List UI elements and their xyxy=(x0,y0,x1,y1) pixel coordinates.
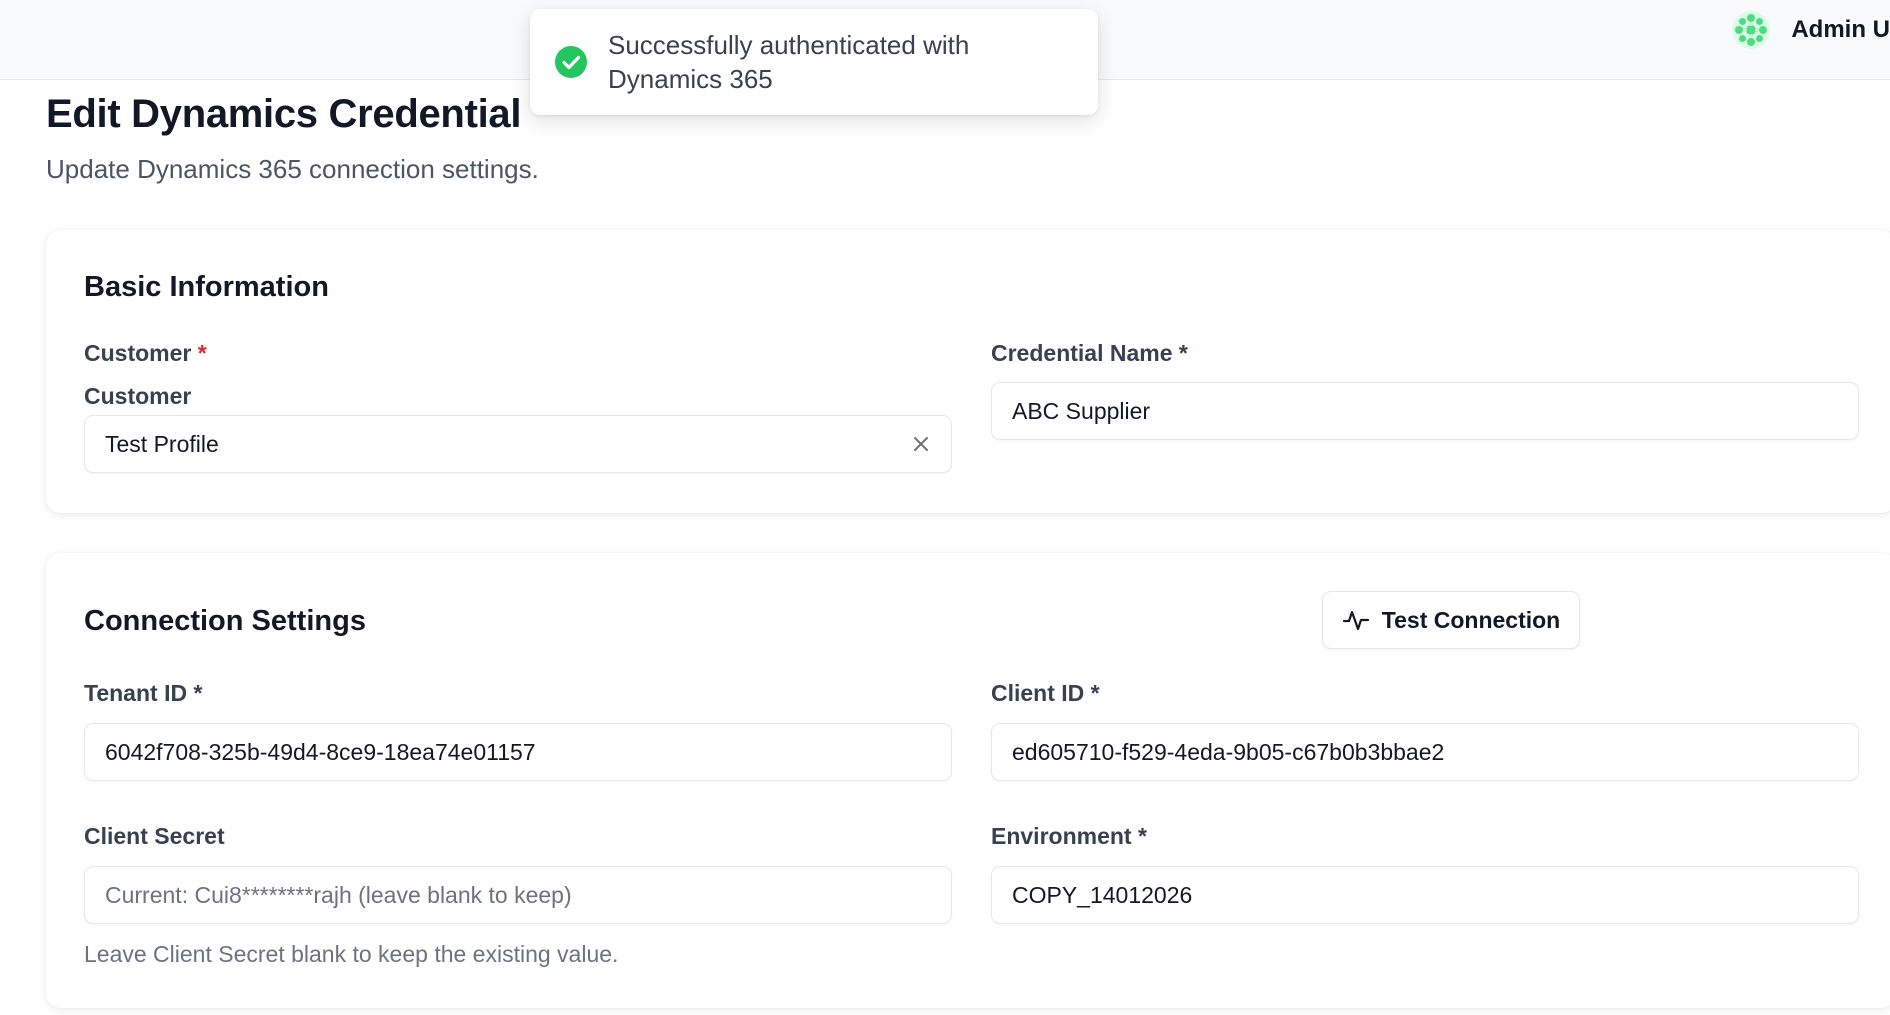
user-name[interactable]: Admin U xyxy=(1791,16,1890,44)
environment-label: Environment * xyxy=(991,823,1147,849)
tenant-id-value: 6042f708-325b-49d4-8ce9-18ea74e01157 xyxy=(105,738,536,765)
customer-select[interactable]: Test Profile xyxy=(84,415,952,473)
toast-line-2: Dynamics 365 xyxy=(608,64,773,94)
client-secret-label: Client Secret xyxy=(84,823,225,849)
avatar-icon[interactable] xyxy=(1731,10,1771,50)
customer-sub-label: Customer xyxy=(84,383,192,409)
test-connection-label: Test Connection xyxy=(1381,606,1561,633)
customer-label: Customer * xyxy=(84,340,207,367)
user-menu[interactable]: Admin U xyxy=(1731,8,1890,52)
client-secret-placeholder: Current: Cui8********rajh (leave blank t… xyxy=(105,881,572,908)
client-secret-helper: Leave Client Secret blank to keep the ex… xyxy=(84,941,619,967)
client-id-value: ed605710-f529-4eda-9b05-c67b0b3bbae2 xyxy=(1012,738,1445,765)
tenant-id-input[interactable]: 6042f708-325b-49d4-8ce9-18ea74e01157 xyxy=(84,723,952,781)
credential-name-input[interactable]: ABC Supplier xyxy=(991,382,1859,440)
connection-settings-title: Connection Settings xyxy=(84,605,366,637)
check-circle-icon xyxy=(555,46,587,78)
page-subtitle: Update Dynamics 365 connection settings. xyxy=(46,154,539,184)
toast-message: Successfully authenticated with Dynamics… xyxy=(608,28,969,96)
client-id-input[interactable]: ed605710-f529-4eda-9b05-c67b0b3bbae2 xyxy=(991,723,1859,781)
test-connection-button[interactable]: Test Connection xyxy=(1322,591,1580,649)
basic-information-title: Basic Information xyxy=(84,271,329,303)
environment-input[interactable]: COPY_14012026 xyxy=(991,866,1859,924)
client-id-label: Client ID * xyxy=(991,680,1100,706)
client-secret-input[interactable]: Current: Cui8********rajh (leave blank t… xyxy=(84,866,952,924)
credential-name-label: Credential Name * xyxy=(991,340,1188,366)
success-toast: Successfully authenticated with Dynamics… xyxy=(530,9,1098,115)
page-title: Edit Dynamics Credential xyxy=(46,92,522,136)
credential-name-value: ABC Supplier xyxy=(1012,397,1151,424)
tenant-id-label: Tenant ID * xyxy=(84,680,203,706)
customer-select-value: Test Profile xyxy=(105,430,219,457)
activity-icon xyxy=(1342,610,1369,631)
close-icon[interactable] xyxy=(909,432,933,456)
basic-information-card: Basic Information Customer * Customer Te… xyxy=(46,230,1890,513)
customer-label-text: Customer xyxy=(84,340,192,366)
connection-settings-card: Connection Settings Test Connection Tena… xyxy=(46,553,1890,1008)
customer-required-marker: * xyxy=(197,340,207,366)
environment-value: COPY_14012026 xyxy=(1012,881,1193,908)
toast-line-1: Successfully authenticated with xyxy=(608,30,970,60)
